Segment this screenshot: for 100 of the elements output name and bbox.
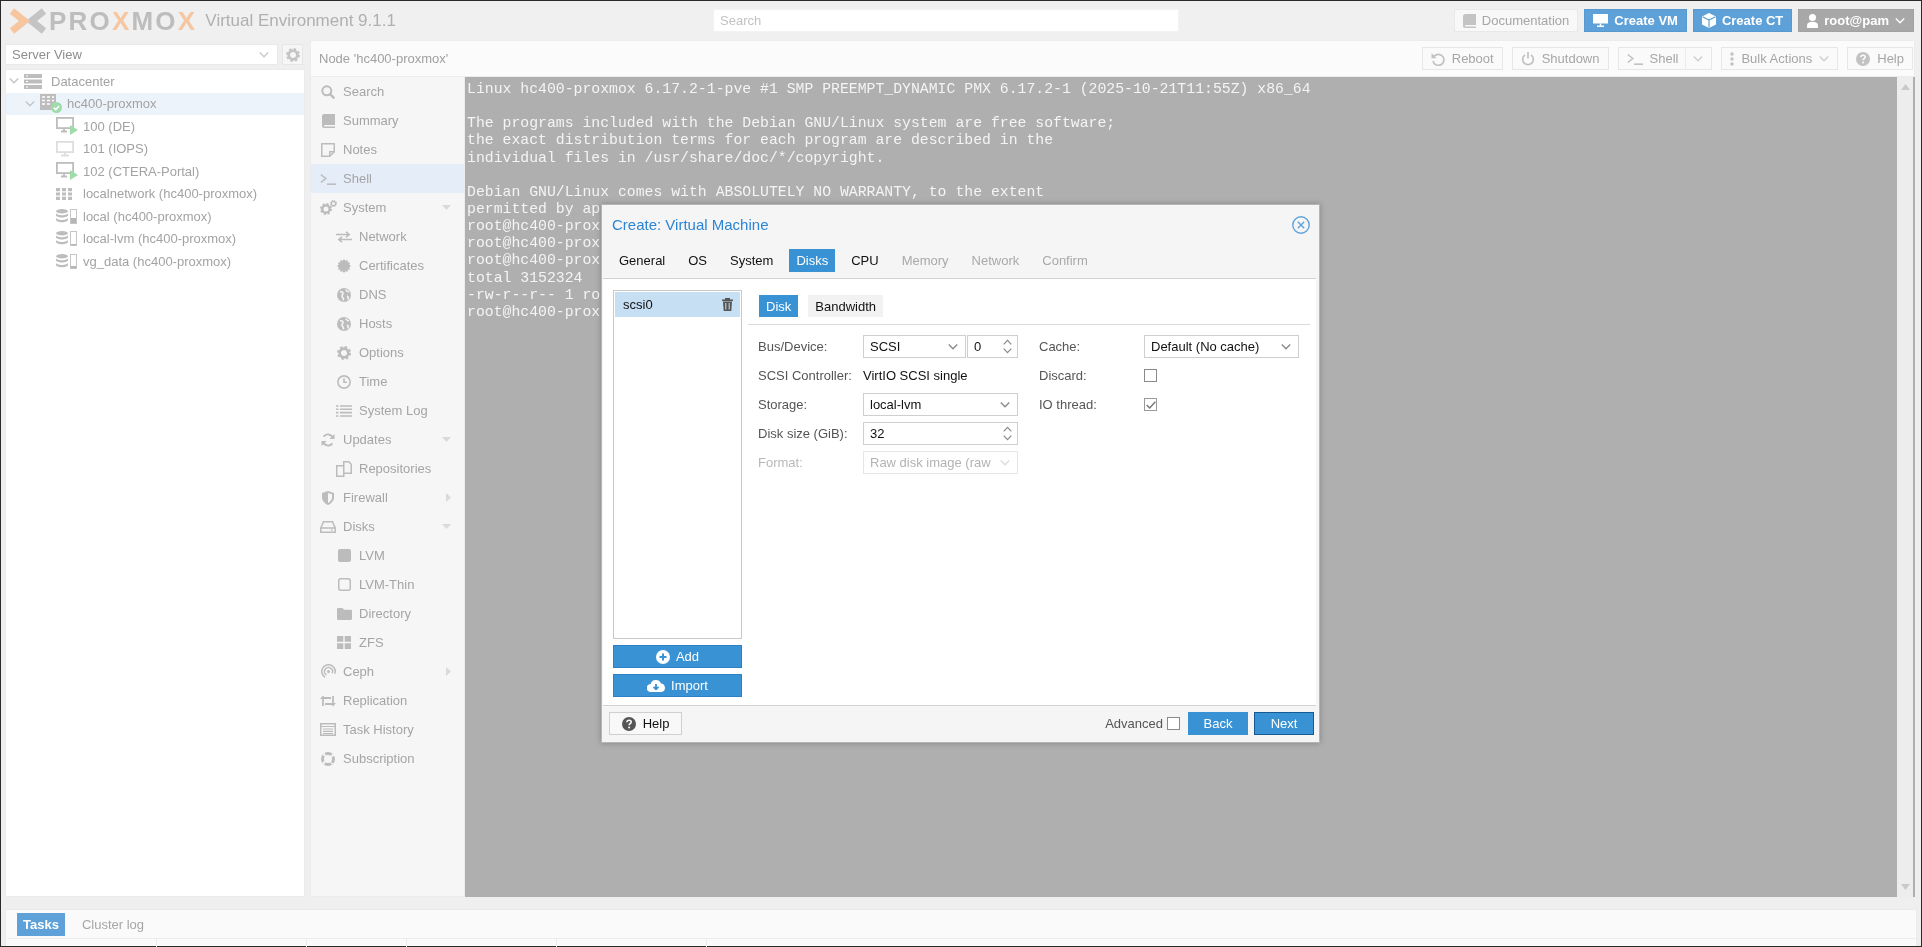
caret-down-icon[interactable] bbox=[442, 524, 451, 529]
tree-item[interactable]: Datacenter bbox=[6, 70, 304, 93]
terminal-line: The programs included with the Debian GNU/Linux system are free software; bbox=[467, 115, 1116, 133]
nav-item[interactable]: ZFS bbox=[311, 628, 464, 657]
gears-icon bbox=[319, 200, 337, 215]
shutdown-button[interactable]: Shutdown bbox=[1511, 47, 1609, 70]
wizard-tab[interactable]: OS bbox=[681, 248, 715, 272]
scroll-down-arrow-icon[interactable] bbox=[1900, 884, 1910, 890]
terminal-line: root@hc400-prox bbox=[467, 303, 601, 321]
checkbox[interactable] bbox=[1167, 717, 1180, 730]
nav-item[interactable]: System bbox=[311, 193, 464, 222]
chevron-down-icon bbox=[1895, 17, 1905, 24]
advanced-label: Advanced bbox=[1105, 716, 1163, 731]
user-menu-button[interactable]: root@pam bbox=[1798, 9, 1914, 32]
number-field[interactable]: 0 bbox=[967, 335, 1018, 358]
book-icon bbox=[321, 113, 335, 128]
expand-chevron-icon[interactable] bbox=[9, 78, 19, 85]
globe-icon bbox=[337, 316, 351, 331]
tree-item[interactable]: localnetwork (hc400-proxmox) bbox=[6, 182, 304, 205]
nav-item[interactable]: Shell bbox=[311, 164, 464, 193]
nav-item[interactable]: LVM-Thin bbox=[311, 570, 464, 599]
database-icon bbox=[56, 208, 68, 224]
checkbox[interactable] bbox=[1144, 369, 1157, 382]
create-vm-button[interactable]: Create VM bbox=[1584, 9, 1687, 32]
caret-down-icon[interactable] bbox=[442, 205, 451, 210]
tree-item[interactable]: 100 (DE) bbox=[6, 115, 304, 138]
tree-item[interactable]: 102 (CTERA-Portal) bbox=[6, 160, 304, 183]
create-ct-button[interactable]: Create CT bbox=[1692, 9, 1793, 32]
scroll-up-arrow-icon[interactable] bbox=[1900, 84, 1910, 90]
tree-item[interactable]: local-lvm (hc400-proxmox) bbox=[6, 227, 304, 250]
nav-item[interactable]: Summary bbox=[311, 106, 464, 135]
tree-item[interactable]: local (hc400-proxmox) bbox=[6, 205, 304, 228]
nav-item[interactable]: Search bbox=[311, 77, 464, 106]
combo-box[interactable]: SCSI bbox=[863, 335, 966, 358]
nav-item[interactable]: Task History bbox=[311, 715, 464, 744]
nav-item[interactable]: Disks bbox=[311, 512, 464, 541]
refresh-icon bbox=[321, 432, 335, 447]
panel-tab[interactable]: Tasks bbox=[17, 912, 65, 936]
expand-chevron-icon[interactable] bbox=[25, 100, 35, 107]
settings-button[interactable] bbox=[282, 44, 303, 65]
number-field[interactable]: 32 bbox=[863, 422, 1018, 445]
wizard-tab[interactable]: System bbox=[723, 248, 781, 272]
nav-item[interactable]: Network bbox=[311, 222, 464, 251]
scrollbar[interactable] bbox=[1897, 77, 1913, 897]
nav-item[interactable]: Repositories bbox=[311, 454, 464, 483]
caret-right-icon[interactable] bbox=[446, 667, 451, 676]
tree-item[interactable]: vg_data (hc400-proxmox) bbox=[6, 250, 304, 273]
nav-item[interactable]: DNS bbox=[311, 280, 464, 309]
nav-item[interactable]: Notes bbox=[311, 135, 464, 164]
nav-item[interactable]: Directory bbox=[311, 599, 464, 628]
nav-item[interactable]: System Log bbox=[311, 396, 464, 425]
field-label: Disk size (GiB): bbox=[758, 426, 849, 441]
help-button[interactable]: Help bbox=[1847, 47, 1913, 70]
disk-list-item[interactable]: scsi0 bbox=[615, 292, 740, 317]
reboot-button[interactable]: Reboot bbox=[1421, 47, 1503, 70]
nav-item[interactable]: Subscription bbox=[311, 744, 464, 773]
checkbox[interactable] bbox=[1144, 398, 1157, 411]
nav-item[interactable]: Options bbox=[311, 338, 464, 367]
next-button[interactable]: Next bbox=[1254, 712, 1314, 735]
tree-item[interactable]: 101 (IOPS) bbox=[6, 137, 304, 160]
spinner-arrows-icon[interactable] bbox=[1003, 339, 1012, 354]
trash-icon[interactable] bbox=[722, 298, 733, 311]
panel-tab[interactable]: Cluster log bbox=[75, 912, 151, 936]
back-button[interactable]: Back bbox=[1188, 712, 1248, 735]
add-button[interactable]: Add bbox=[613, 645, 742, 668]
wizard-tab[interactable]: General bbox=[612, 248, 673, 272]
nav-item[interactable]: Firewall bbox=[311, 483, 464, 512]
nav-item[interactable]: Hosts bbox=[311, 309, 464, 338]
search-field[interactable]: Search bbox=[713, 9, 1179, 32]
terminal-line: root@hc400-prox bbox=[467, 235, 601, 253]
wizard-tab[interactable]: CPU bbox=[844, 248, 886, 272]
nav-item[interactable]: Certificates bbox=[311, 251, 464, 280]
terminal-line: Linux hc400-proxmox 6.17.2-1-pve #1 SMP PREEMPT_DYNAMIC PMX 6.17.2-1 (2025-10-21T11:55Z) x86_64 bbox=[467, 81, 1311, 99]
nav-item[interactable]: Ceph bbox=[311, 657, 464, 686]
nav-item[interactable]: Updates bbox=[311, 425, 464, 454]
sub-tab[interactable]: Disk bbox=[759, 295, 799, 317]
sub-tab[interactable]: Bandwidth bbox=[808, 295, 883, 317]
field-label: Cache: bbox=[1039, 339, 1082, 354]
terminal-icon bbox=[1626, 52, 1643, 65]
import-button[interactable]: Import bbox=[613, 674, 742, 697]
seal-icon bbox=[337, 258, 351, 273]
field-label: Bus/Device: bbox=[758, 339, 829, 354]
view-selector[interactable]: Server View bbox=[5, 44, 278, 65]
combo-box[interactable]: Default (No cache) bbox=[1144, 335, 1299, 358]
spinner-arrows-icon[interactable] bbox=[1003, 426, 1012, 441]
nav-item[interactable]: Replication bbox=[311, 686, 464, 715]
field-label: Storage: bbox=[758, 397, 809, 412]
usage-meter bbox=[70, 253, 77, 269]
combo-box[interactable]: local-lvm bbox=[863, 393, 1018, 416]
caret-right-icon[interactable] bbox=[446, 493, 451, 502]
help-button[interactable]: Help bbox=[609, 712, 682, 735]
wizard-tab[interactable]: Disks bbox=[789, 248, 836, 272]
caret-down-icon[interactable] bbox=[442, 437, 451, 442]
tree-item[interactable]: hc400-proxmox bbox=[6, 92, 304, 115]
nav-item[interactable]: Time bbox=[311, 367, 464, 396]
documentation-button[interactable]: Documentation bbox=[1453, 9, 1579, 32]
nav-item[interactable]: LVM bbox=[311, 541, 464, 570]
close-icon[interactable] bbox=[1292, 215, 1310, 234]
bulk-actions-button[interactable]: Bulk Actions bbox=[1721, 47, 1839, 70]
shell-button[interactable]: Shell bbox=[1617, 47, 1713, 70]
